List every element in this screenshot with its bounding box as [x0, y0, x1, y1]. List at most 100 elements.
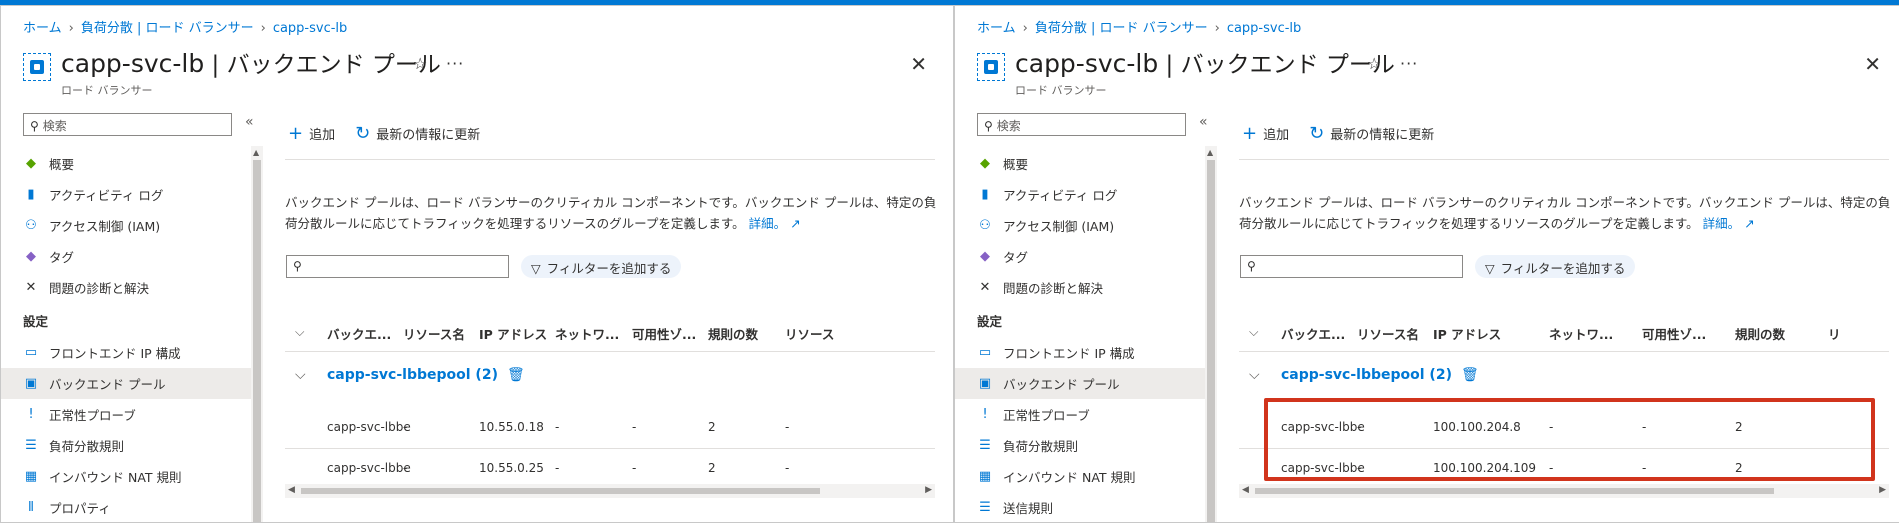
breadcrumb-resource[interactable]: capp-svc-lb [273, 21, 347, 36]
menu-item-overview[interactable]: ◆ 概要 [1, 148, 251, 179]
menu-item-tags[interactable]: ◆ タグ [1, 241, 251, 272]
column-header-zone[interactable]: 可用性ゾ... [632, 324, 696, 343]
scroll-right-arrow-icon[interactable]: ▶ [1879, 485, 1886, 495]
close-icon[interactable]: ✕ [1864, 52, 1881, 76]
menu-item-frontend-ip[interactable]: ▭ フロントエンド IP 構成 [1, 337, 251, 368]
menu-search-input[interactable]: ⚲ 検索 [23, 113, 232, 136]
menu-item-backend-pools[interactable]: ▣ バックエンド プール [955, 368, 1205, 399]
menu-item-activity-log[interactable]: ▮ アクティビティ ログ [1, 179, 251, 210]
breadcrumb-home[interactable]: ホーム [23, 21, 62, 36]
column-header-network[interactable]: ネットワ... [555, 324, 619, 343]
scrollbar-thumb[interactable] [1207, 160, 1215, 522]
add-filter-button[interactable]: ▽ フィルターを追加する [1475, 255, 1636, 278]
delete-icon[interactable]: 🗑 [507, 367, 525, 383]
column-header-rules[interactable]: 規則の数 [708, 324, 758, 343]
cell-zone: - [632, 461, 637, 475]
column-header-more[interactable]: リ [1828, 324, 1841, 343]
learn-more-link[interactable]: 詳細。 [1703, 216, 1741, 231]
pool-name-link[interactable]: capp-svc-lbbepool (2) [1281, 367, 1452, 383]
menu-item-backend-pools[interactable]: ▣ バックエンド プール [1, 368, 251, 399]
menu-scrollbar[interactable]: ▲ [1205, 146, 1217, 522]
resource-menu: ◆ 概要 ▮ アクティビティ ログ ⚇ アクセス制御 (IAM) ◆ タグ ✕ 問題の診断… [955, 148, 1205, 522]
divider [1239, 159, 1889, 160]
scroll-left-arrow-icon[interactable]: ◀ [288, 485, 295, 495]
cell-ip: 10.55.0.18 [479, 420, 544, 434]
learn-more-link[interactable]: 詳細。 [749, 216, 787, 231]
menu-item-overview[interactable]: ◆ 概要 [955, 148, 1205, 179]
column-header-ip[interactable]: IP アドレス [479, 324, 547, 343]
table-horizontal-scrollbar[interactable]: ◀ ▶ [285, 484, 935, 498]
collapse-menu-icon[interactable]: « [1199, 114, 1208, 130]
cell-resource: - [403, 461, 408, 475]
expand-all-chevron-icon[interactable]: ⌵ [295, 324, 304, 340]
breadcrumb-load-balancing[interactable]: 負荷分散 | ロード バランサー [1035, 21, 1208, 36]
menu-item-inbound-nat[interactable]: ▦ インバウンド NAT 規則 [955, 461, 1205, 492]
wrench-icon: ✕ [979, 280, 991, 295]
column-header-backend[interactable]: バックエ... [327, 324, 391, 343]
menu-item-inbound-nat[interactable]: ▦ インバウンド NAT 規則 [1, 461, 251, 492]
more-options-icon[interactable]: ··· [1400, 54, 1418, 73]
menu-search-input[interactable]: ⚲ 検索 [977, 113, 1186, 136]
scrollbar-thumb[interactable] [1255, 488, 1774, 494]
column-header-zone[interactable]: 可用性ゾ... [1642, 324, 1706, 343]
menu-item-iam[interactable]: ⚇ アクセス制御 (IAM) [955, 210, 1205, 241]
probe-icon: ǃ [983, 407, 987, 422]
breadcrumb: ホーム › 負荷分散 | ロード バランサー › capp-svc-lb [23, 17, 347, 36]
properties-icon: ⦀ [28, 500, 34, 515]
menu-item-properties[interactable]: ⦀ プロパティ [1, 492, 251, 522]
delete-icon[interactable]: 🗑 [1461, 367, 1479, 383]
breadcrumb-load-balancing[interactable]: 負荷分散 | ロード バランサー [81, 21, 254, 36]
refresh-button[interactable]: ↻ 最新の情報に更新 [1309, 123, 1434, 144]
favorite-star-icon[interactable]: ☆ [1367, 54, 1381, 73]
menu-item-frontend-ip[interactable]: ▭ フロントエンド IP 構成 [955, 337, 1205, 368]
pool-name-link[interactable]: capp-svc-lbbepool (2) [327, 367, 498, 383]
menu-item-tags[interactable]: ◆ タグ [955, 241, 1205, 272]
menu-scrollbar[interactable]: ▲ [251, 146, 263, 522]
breadcrumb-home[interactable]: ホーム [977, 21, 1016, 36]
scroll-left-arrow-icon[interactable]: ◀ [1242, 485, 1249, 495]
resource-type-label: ロード バランサー [1015, 84, 1107, 97]
menu-item-activity-log[interactable]: ▮ アクティビティ ログ [955, 179, 1205, 210]
menu-item-diagnose[interactable]: ✕ 問題の診断と解決 [1, 272, 251, 303]
column-header-resource-name[interactable]: リソース名 [403, 324, 465, 343]
column-header-resource-name[interactable]: リソース名 [1357, 324, 1419, 343]
table-horizontal-scrollbar[interactable]: ◀ ▶ [1239, 484, 1889, 498]
scroll-right-arrow-icon[interactable]: ▶ [925, 485, 932, 495]
collapse-chevron-icon[interactable]: ⌵ [1249, 367, 1260, 383]
scrollbar-thumb[interactable] [253, 160, 261, 522]
menu-item-health-probes[interactable]: ǃ 正常性プローブ [1, 399, 251, 430]
column-header-backend[interactable]: バックエ... [1281, 324, 1345, 343]
favorite-star-icon[interactable]: ☆ [413, 54, 427, 73]
scroll-up-arrow-icon[interactable]: ▲ [1207, 148, 1213, 157]
menu-item-lb-rules[interactable]: ☰ 負荷分散規則 [955, 430, 1205, 461]
table-row[interactable]: capp-svc-lbbe - 10.55.0.18 - - 2 - [285, 408, 935, 446]
filter-search-input[interactable]: ⚲ [1240, 255, 1463, 278]
expand-all-chevron-icon[interactable]: ⌵ [1249, 324, 1258, 340]
column-header-network[interactable]: ネットワ... [1549, 324, 1613, 343]
tag-icon: ◆ [26, 249, 36, 264]
filter-search-input[interactable]: ⚲ [286, 255, 509, 278]
column-header-rules[interactable]: 規則の数 [1735, 324, 1785, 343]
table-row[interactable]: capp-svc-lbbe - 10.55.0.25 - - 2 - [285, 449, 935, 487]
column-header-more[interactable]: リソース [785, 324, 834, 343]
scrollbar-thumb[interactable] [301, 488, 820, 494]
menu-item-outbound-rules[interactable]: ☰ 送信規則 [955, 492, 1205, 522]
more-options-icon[interactable]: ··· [446, 54, 464, 73]
refresh-button[interactable]: ↻ 最新の情報に更新 [355, 123, 480, 144]
add-button[interactable]: + 追加 [288, 123, 335, 144]
column-header-ip[interactable]: IP アドレス [1433, 324, 1501, 343]
external-link-icon: ↗ [790, 216, 801, 231]
scroll-up-arrow-icon[interactable]: ▲ [253, 148, 259, 157]
menu-item-iam[interactable]: ⚇ アクセス制御 (IAM) [1, 210, 251, 241]
cell-ip: 10.55.0.25 [479, 461, 544, 475]
menu-item-diagnose[interactable]: ✕ 問題の診断と解決 [955, 272, 1205, 303]
add-button[interactable]: + 追加 [1242, 123, 1289, 144]
rules-icon: ☰ [25, 438, 37, 453]
breadcrumb-resource[interactable]: capp-svc-lb [1227, 21, 1301, 36]
add-filter-button[interactable]: ▽ フィルターを追加する [521, 255, 682, 278]
collapse-chevron-icon[interactable]: ⌵ [295, 367, 306, 383]
collapse-menu-icon[interactable]: « [245, 114, 254, 130]
close-icon[interactable]: ✕ [910, 52, 927, 76]
menu-item-lb-rules[interactable]: ☰ 負荷分散規則 [1, 430, 251, 461]
menu-item-health-probes[interactable]: ǃ 正常性プローブ [955, 399, 1205, 430]
